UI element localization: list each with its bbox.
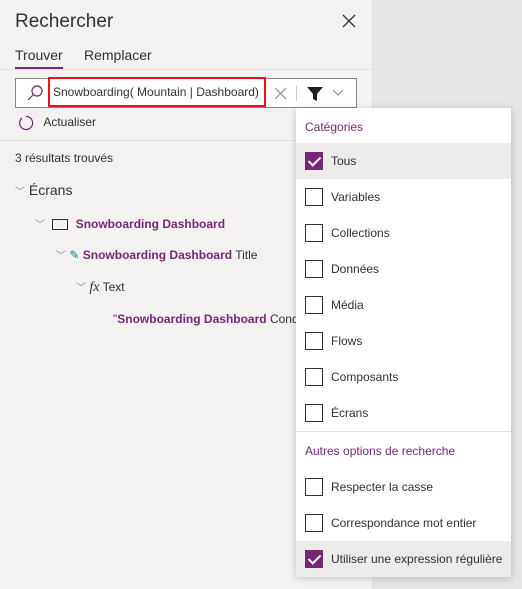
checkbox[interactable] bbox=[305, 152, 323, 170]
refresh-icon bbox=[19, 115, 34, 131]
option-variables[interactable]: Variables bbox=[296, 179, 511, 215]
chevron-down-icon: ﹀ bbox=[15, 187, 25, 198]
search-input[interactable]: Snowboarding( Mountain | Dashboard) bbox=[48, 77, 266, 107]
screen-icon bbox=[52, 219, 69, 231]
refresh-button[interactable]: Actualiser bbox=[18, 115, 96, 131]
panel-title: Rechercher bbox=[15, 11, 114, 32]
checkbox[interactable] bbox=[305, 188, 323, 206]
chevron-down-icon: ﹀ bbox=[56, 251, 66, 262]
option-respecter-la-casse[interactable]: Respecter la casse bbox=[296, 469, 511, 505]
results-count: 3 résultats trouvés bbox=[15, 151, 114, 165]
checkbox[interactable] bbox=[305, 224, 323, 242]
option-label: Utiliser une expression régulière bbox=[331, 552, 503, 566]
option-média[interactable]: Média bbox=[296, 287, 511, 323]
screen-label: Snowboarding Dashboard bbox=[75, 217, 226, 231]
option-tous[interactable]: Tous bbox=[296, 143, 511, 179]
divider bbox=[0, 69, 373, 70]
divider bbox=[296, 431, 511, 432]
group-label: Écrans bbox=[28, 182, 73, 198]
option-flows[interactable]: Flows bbox=[296, 323, 511, 359]
tree-item-screen[interactable]: ﹀ Snowboarding Dashboard bbox=[35, 216, 225, 231]
categories-header: Catégories bbox=[305, 120, 364, 134]
checkbox[interactable] bbox=[305, 368, 323, 386]
checkbox[interactable] bbox=[305, 514, 323, 532]
refresh-label: Actualiser bbox=[43, 115, 97, 130]
fx-icon: fx bbox=[89, 280, 100, 295]
value-match: Snowboarding Dashboard bbox=[117, 312, 267, 326]
close-icon[interactable] bbox=[340, 12, 358, 30]
option-utiliser-une-expression-régulière[interactable]: Utiliser une expression régulière bbox=[296, 541, 511, 577]
tree-item-property[interactable]: ﹀ fx Text bbox=[76, 279, 125, 296]
tree-group-screens[interactable]: ﹀ Écrans bbox=[15, 182, 72, 198]
search-icon bbox=[27, 85, 43, 101]
option-écrans[interactable]: Écrans bbox=[296, 395, 511, 431]
tab-replace[interactable]: Remplacer bbox=[84, 47, 152, 63]
chevron-down-icon: ﹀ bbox=[35, 220, 45, 231]
option-label: Composants bbox=[331, 370, 399, 384]
divider bbox=[296, 86, 297, 101]
chevron-down-icon: ﹀ bbox=[76, 283, 86, 294]
option-label: Données bbox=[331, 262, 380, 276]
search-box[interactable]: Snowboarding( Mountain | Dashboard) bbox=[15, 77, 357, 108]
checkbox[interactable] bbox=[305, 260, 323, 278]
tree-item-control[interactable]: ﹀ ✎ Snowboarding Dashboard Title bbox=[56, 247, 257, 262]
property-label: Text bbox=[102, 280, 125, 294]
filter-icon[interactable] bbox=[307, 86, 323, 102]
filter-dropdown: Catégories Tous Variables Collections Donné… bbox=[296, 108, 511, 577]
option-correspondance-mot-entier[interactable]: Correspondance mot entier bbox=[296, 505, 511, 541]
other-options-header: Autres options de recherche bbox=[305, 444, 456, 458]
tab-find[interactable]: Trouver bbox=[15, 47, 63, 69]
checkbox[interactable] bbox=[305, 478, 323, 496]
chevron-down-icon[interactable] bbox=[332, 89, 344, 97]
checkbox[interactable] bbox=[305, 296, 323, 314]
option-collections[interactable]: Collections bbox=[296, 215, 511, 251]
checkbox[interactable] bbox=[305, 404, 323, 422]
checkbox[interactable] bbox=[305, 332, 323, 350]
option-label: Variables bbox=[331, 190, 381, 204]
checkbox[interactable] bbox=[305, 550, 323, 568]
option-label: Respecter la casse bbox=[331, 480, 434, 494]
value-rest: Cond bbox=[266, 312, 299, 326]
option-label: Écrans bbox=[331, 406, 369, 420]
edit-icon: ✎ bbox=[69, 248, 80, 262]
option-données[interactable]: Données bbox=[296, 251, 511, 287]
control-label: Snowboarding Dashboard bbox=[82, 248, 233, 262]
option-label: Tous bbox=[331, 154, 357, 168]
option-label: Correspondance mot entier bbox=[331, 516, 477, 530]
clear-icon[interactable] bbox=[274, 87, 287, 100]
option-label: Média bbox=[331, 298, 364, 312]
option-composants[interactable]: Composants bbox=[296, 359, 511, 395]
option-label: Collections bbox=[331, 226, 390, 240]
control-suffix: Title bbox=[232, 248, 258, 262]
option-label: Flows bbox=[331, 334, 363, 348]
